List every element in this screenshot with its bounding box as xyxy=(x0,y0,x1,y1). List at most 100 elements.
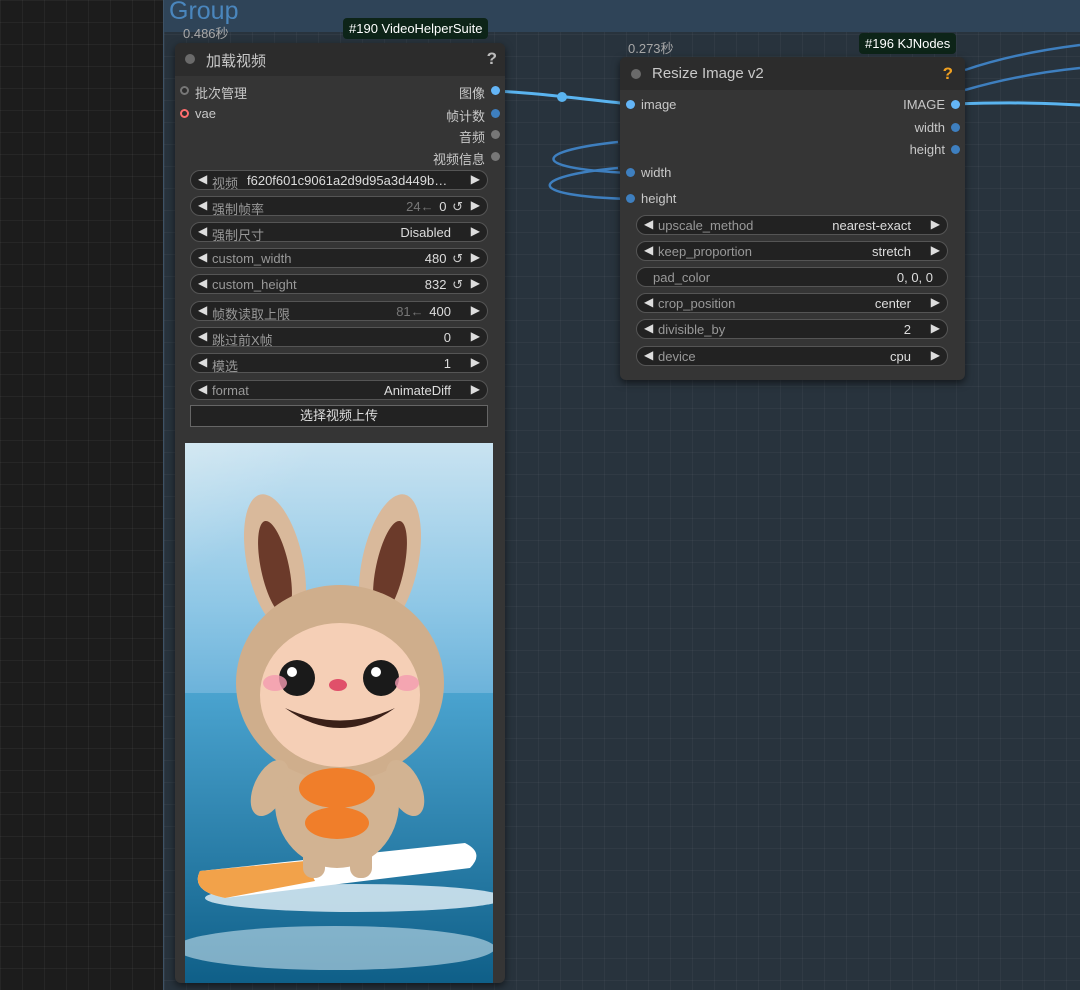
output-dot-icon xyxy=(491,130,500,139)
output-slot-width[interactable]: width xyxy=(915,120,960,135)
input-dot-icon xyxy=(626,168,635,177)
arrow-right-icon[interactable]: ▶ xyxy=(471,355,480,369)
slot-label: vae xyxy=(195,106,216,121)
arrow-right-icon[interactable]: ▶ xyxy=(931,321,940,335)
arrow-right-icon[interactable]: ▶ xyxy=(471,224,480,238)
widget-upscale-method[interactable]: ◀ upscale_method nearest-exact ▶ xyxy=(636,215,948,235)
link-out-upper-1 xyxy=(964,43,1080,72)
arrow-left-icon[interactable]: ◀ xyxy=(198,276,207,290)
input-slot-height[interactable]: height xyxy=(626,191,676,206)
link-width-loop xyxy=(552,140,631,175)
input-slot-width[interactable]: width xyxy=(626,165,671,180)
arrow-left-icon[interactable]: ◀ xyxy=(198,198,207,212)
arrow-right-icon[interactable]: ▶ xyxy=(931,348,940,362)
arrow-left-icon[interactable]: ◀ xyxy=(644,348,653,362)
widget-frame-load-cap[interactable]: ◀ 帧数读取上限 81← 400 ▶ xyxy=(190,301,488,322)
arrow-right-icon[interactable]: ▶ xyxy=(471,276,480,290)
arrow-left-icon[interactable]: ◀ xyxy=(198,382,207,396)
slot-label: IMAGE xyxy=(903,97,945,112)
link-midpoint-handle xyxy=(557,92,567,102)
link-image-out xyxy=(954,101,1080,107)
widget-skip-first-frames[interactable]: ◀ 跳过前X帧 0 ▶ xyxy=(190,327,488,348)
node-collapse-dot[interactable] xyxy=(631,69,641,79)
widget-force-rate[interactable]: ◀ 强制帧率 24← 0 ↺ ▶ xyxy=(190,196,488,217)
widget-force-size[interactable]: ◀ 强制尺寸 Disabled ▶ xyxy=(190,222,488,243)
widget-crop-position[interactable]: ◀ crop_position center ▶ xyxy=(636,293,948,313)
arrow-right-icon[interactable]: ▶ xyxy=(471,303,480,317)
output-slot-image[interactable]: 图像 xyxy=(459,83,500,102)
output-dot-icon xyxy=(951,100,960,109)
arrow-right-icon[interactable]: ▶ xyxy=(931,295,940,309)
resize-badge: #196 KJNodes xyxy=(859,33,957,54)
output-dot-icon xyxy=(951,145,960,154)
load-video-node[interactable]: 加载视频 ? 批次管理 vae 图像 帧计数 音频 视频信息 ◀ 视频 f620… xyxy=(175,43,505,983)
widget-select-every-nth[interactable]: ◀ 模选 1 ▶ xyxy=(190,353,488,374)
arrow-right-icon[interactable]: ▶ xyxy=(471,382,480,396)
arrow-left-icon[interactable]: ◀ xyxy=(198,329,207,343)
arrow-left-icon[interactable]: ◀ xyxy=(198,303,207,317)
output-slot-video-info[interactable]: 视频信息 xyxy=(433,149,500,168)
output-slot-height[interactable]: height xyxy=(910,142,960,157)
widget-keep-proportion[interactable]: ◀ keep_proportion stretch ▶ xyxy=(636,241,948,261)
arrow-right-icon[interactable]: ▶ xyxy=(471,172,480,186)
widget-device[interactable]: ◀ device cpu ▶ xyxy=(636,346,948,366)
output-dot-icon xyxy=(951,123,960,132)
arrow-left-icon[interactable]: ◀ xyxy=(198,355,207,369)
input-dot-icon xyxy=(180,86,189,95)
widget-pad-color[interactable]: pad_color 0, 0, 0 xyxy=(636,267,948,287)
arrow-left-icon[interactable]: ◀ xyxy=(198,224,207,238)
resize-header[interactable]: Resize Image v2 ? xyxy=(620,57,965,90)
reset-icon[interactable]: ↺ xyxy=(452,199,463,214)
slot-label: 帧计数 xyxy=(445,109,485,124)
arrow-right-icon[interactable]: ▶ xyxy=(471,329,480,343)
load-video-exec-time: 0.486秒 xyxy=(183,26,229,41)
output-dot-icon xyxy=(491,152,500,161)
input-slot-vae[interactable]: vae xyxy=(180,106,216,121)
slot-label: height xyxy=(909,142,945,157)
arrow-left-icon[interactable]: ◀ xyxy=(644,243,653,257)
arrow-left-icon[interactable]: ◀ xyxy=(198,250,207,264)
link-out-upper-2 xyxy=(964,66,1080,92)
input-slot-batch-manager[interactable]: 批次管理 xyxy=(180,83,247,102)
slot-label: 视频信息 xyxy=(432,152,485,167)
widget-format[interactable]: ◀ format AnimateDiff ▶ xyxy=(190,380,488,400)
slot-label: image xyxy=(641,97,677,112)
help-icon[interactable]: ? xyxy=(487,49,497,69)
node-title: 加载视频 xyxy=(206,53,267,70)
slot-label: 批次管理 xyxy=(195,86,248,101)
arrow-right-icon[interactable]: ▶ xyxy=(471,250,480,264)
video-preview-image xyxy=(185,443,493,983)
output-slot-audio[interactable]: 音频 xyxy=(459,127,500,146)
video-preview[interactable] xyxy=(185,443,493,983)
output-dot-icon xyxy=(491,109,500,118)
reset-icon[interactable]: ↺ xyxy=(452,277,463,292)
resize-image-node[interactable]: Resize Image v2 ? image width height IMA… xyxy=(620,57,965,380)
arrow-left-icon[interactable]: ◀ xyxy=(644,321,653,335)
output-slot-image[interactable]: IMAGE xyxy=(903,97,960,112)
load-video-header[interactable]: 加载视频 ? xyxy=(175,43,505,76)
arrow-left-icon[interactable]: ◀ xyxy=(644,217,653,231)
slot-label: width xyxy=(641,165,672,180)
slot-label: 图像 xyxy=(458,86,485,101)
widget-divisible-by[interactable]: ◀ divisible_by 2 ▶ xyxy=(636,319,948,339)
widget-custom-height[interactable]: ◀ custom_height 832 ↺ ▶ xyxy=(190,274,488,294)
output-dot-icon xyxy=(491,86,500,95)
arrow-right-icon[interactable]: ▶ xyxy=(471,198,480,212)
node-title: Resize Image v2 xyxy=(652,65,764,82)
arrow-left-icon[interactable]: ◀ xyxy=(198,172,207,186)
widget-video-select[interactable]: ◀ 视频 f620f601c9061a2d9d95a3d449b… ▶ xyxy=(190,170,488,191)
slot-label: height xyxy=(641,191,677,206)
widget-custom-width[interactable]: ◀ custom_width 480 ↺ ▶ xyxy=(190,248,488,268)
help-icon[interactable]: ? xyxy=(943,64,953,84)
resize-exec-time: 0.273秒 xyxy=(628,41,674,56)
arrow-right-icon[interactable]: ▶ xyxy=(931,243,940,257)
upload-video-button[interactable]: 选择视频上传 xyxy=(190,405,488,427)
node-collapse-dot[interactable] xyxy=(185,54,195,64)
input-slot-image[interactable]: image xyxy=(626,97,676,112)
output-slot-frame-count[interactable]: 帧计数 xyxy=(446,106,500,125)
input-dot-icon xyxy=(180,109,189,118)
reset-icon[interactable]: ↺ xyxy=(452,251,463,266)
arrow-left-icon[interactable]: ◀ xyxy=(644,295,653,309)
input-dot-icon xyxy=(626,194,635,203)
arrow-right-icon[interactable]: ▶ xyxy=(931,217,940,231)
